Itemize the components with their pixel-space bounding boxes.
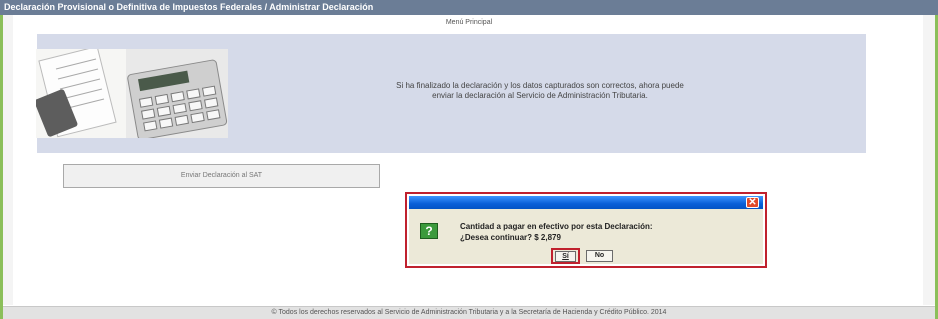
close-icon[interactable]: ✕ (746, 197, 759, 208)
main-menu-link[interactable]: Menú Principal (0, 17, 938, 29)
yes-button[interactable]: Sí (555, 251, 576, 262)
left-margin (3, 15, 13, 305)
send-declaration-button[interactable]: Enviar Declaración al SAT (63, 164, 380, 188)
dialog-titlebar[interactable]: ✕ (409, 196, 763, 209)
yes-button-highlight: Sí (551, 248, 580, 264)
dialog-message-line1: Cantidad a pagar en efectivo por esta De… (460, 222, 653, 231)
calculator-and-receipts-image (36, 49, 228, 138)
page-title: Declaración Provisional o Definitiva de … (0, 0, 938, 15)
confirm-dialog-highlight: ✕ ? Cantidad a pagar en efectivo por est… (405, 192, 767, 268)
info-message: Si ha finalizado la declaración y los da… (396, 81, 684, 100)
footer-copyright: © Todos los derechos reservados al Servi… (3, 306, 935, 319)
dialog-message-line2: ¿Desea continuar? $ 2,879 (460, 233, 561, 242)
no-button[interactable]: No (586, 250, 613, 262)
right-margin (923, 15, 935, 305)
question-icon: ? (420, 223, 438, 239)
calculator-image (36, 49, 228, 138)
confirm-dialog: ✕ ? Cantidad a pagar en efectivo por est… (409, 196, 763, 264)
